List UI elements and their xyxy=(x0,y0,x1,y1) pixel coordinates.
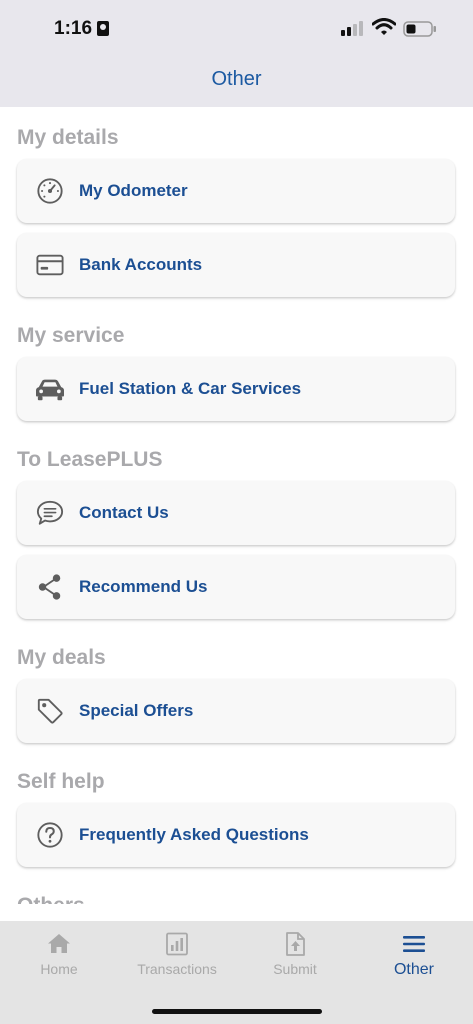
section-title-my-deals: My deals xyxy=(17,646,106,669)
card-icon xyxy=(36,254,64,276)
status-bar: 1:16 xyxy=(0,0,473,60)
contact-us-label: Contact Us xyxy=(79,503,169,522)
tab-submit[interactable]: Submit xyxy=(236,931,354,977)
page-title: Other xyxy=(211,68,262,90)
battery-icon xyxy=(403,21,436,37)
fuel-station-car-services-label: Fuel Station & Car Services xyxy=(79,379,302,398)
wifi-icon xyxy=(372,18,396,35)
id-card-icon xyxy=(97,21,109,36)
upload-doc-icon xyxy=(286,932,305,956)
tag-icon xyxy=(37,698,63,724)
section-title-self-help: Self help xyxy=(17,770,105,793)
cellular-signal-icon xyxy=(341,21,363,36)
recommend-us-label: Recommend Us xyxy=(79,577,208,596)
chart-icon xyxy=(166,932,188,956)
my-odometer-label: My Odometer xyxy=(79,181,188,200)
tab-other-label: Other xyxy=(393,961,434,978)
home-icon xyxy=(48,934,70,953)
section-title-my-details: My details xyxy=(17,126,119,149)
menu-icon xyxy=(403,936,425,952)
tab-transactions[interactable]: Transactions xyxy=(118,931,236,977)
bank-accounts-item[interactable]: Bank Accounts xyxy=(17,233,455,297)
recommend-us-item[interactable]: Recommend Us xyxy=(17,555,455,619)
section-title-my-service: My service xyxy=(17,324,125,347)
tab-home-label: Home xyxy=(40,961,78,977)
top-bar: 1:16 Other xyxy=(0,0,473,107)
special-offers-label: Special Offers xyxy=(79,701,194,720)
fuel-station-car-services-item[interactable]: Fuel Station & Car Services xyxy=(17,357,455,421)
car-icon xyxy=(36,379,64,401)
special-offers-item[interactable]: Special Offers xyxy=(17,679,455,743)
gauge-icon xyxy=(37,178,63,204)
content-list[interactable]: My details My Odometer Bank Accounts My … xyxy=(0,107,473,904)
tab-transactions-label: Transactions xyxy=(137,961,217,977)
bank-accounts-label: Bank Accounts xyxy=(79,255,203,274)
section-title-others: Others xyxy=(17,894,85,904)
tab-home[interactable]: Home xyxy=(0,931,118,977)
contact-us-item[interactable]: Contact Us xyxy=(17,481,455,545)
tab-other[interactable]: Other xyxy=(355,931,473,979)
home-indicator xyxy=(152,1009,322,1014)
section-title-to-leaseplus: To LeasePLUS xyxy=(17,448,163,471)
faq-label: Frequently Asked Questions xyxy=(79,825,309,844)
chat-icon xyxy=(36,500,64,525)
my-odometer-item[interactable]: My Odometer xyxy=(17,159,455,223)
share-icon xyxy=(38,574,61,600)
faq-item[interactable]: Frequently Asked Questions xyxy=(17,803,455,867)
question-icon xyxy=(37,822,63,848)
tab-submit-label: Submit xyxy=(273,961,317,977)
status-time: 1:16 xyxy=(54,18,93,39)
